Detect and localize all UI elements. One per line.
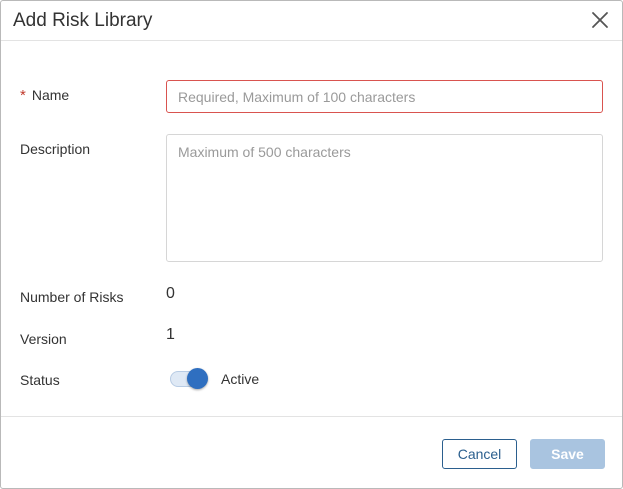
cancel-button[interactable]: Cancel: [442, 439, 517, 469]
status-label: Status: [20, 372, 60, 388]
description-textarea[interactable]: [166, 134, 603, 262]
name-input[interactable]: [166, 80, 603, 113]
version-label: Version: [20, 331, 67, 347]
version-value: 1: [166, 326, 175, 343]
dialog-footer: Cancel Save: [1, 416, 622, 489]
dialog-title: Add Risk Library: [13, 10, 153, 31]
add-risk-library-dialog: Add Risk Library * Name Description Numbe…: [0, 0, 623, 489]
number-of-risks-label: Number of Risks: [20, 289, 124, 305]
name-label: * Name: [20, 86, 69, 105]
name-label-text: Name: [31, 87, 70, 103]
number-of-risks-value: 0: [166, 285, 175, 302]
toggle-knob: [187, 368, 208, 389]
status-toggle-label: Active: [221, 371, 260, 387]
close-icon[interactable]: [590, 10, 610, 30]
save-button[interactable]: Save: [530, 439, 605, 469]
status-toggle[interactable]: [170, 368, 208, 390]
description-label: Description: [20, 141, 91, 157]
dialog-header: Add Risk Library: [1, 1, 622, 41]
required-marker: *: [20, 87, 26, 104]
